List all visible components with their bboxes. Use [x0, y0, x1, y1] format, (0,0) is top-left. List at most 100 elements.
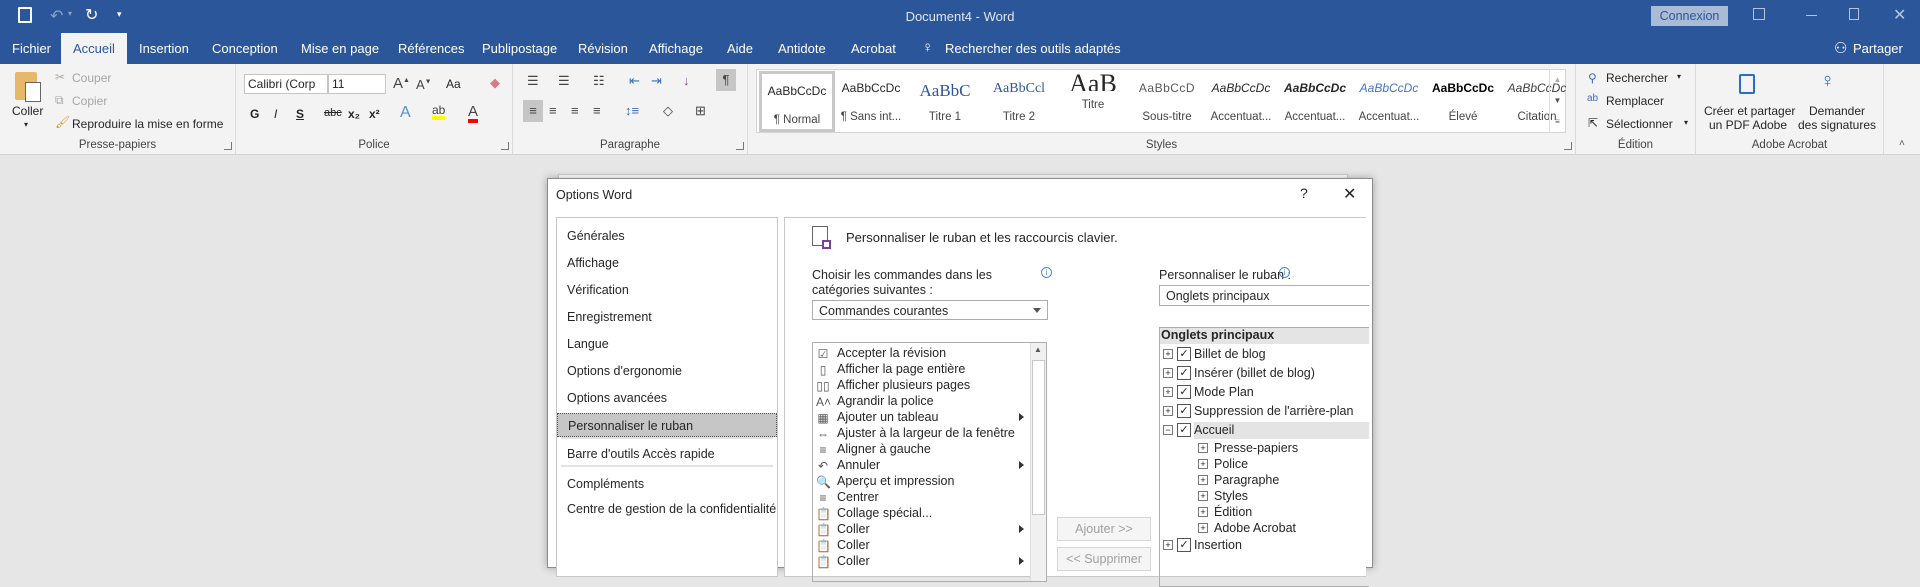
tree-item[interactable]: + Édition [1160, 504, 1369, 520]
create-pdf-button[interactable]: Créer et partager un PDF Adobe [1704, 104, 1795, 132]
tree-item[interactable]: + Styles [1160, 488, 1369, 504]
command-item[interactable]: 🔍 Aperçu et impression [813, 474, 1028, 490]
change-case-button[interactable]: Aa [446, 77, 461, 91]
font-size-combo[interactable]: 11 [328, 74, 386, 94]
tree-item[interactable]: + ✓ Billet de blog [1160, 345, 1369, 364]
style-item[interactable]: AaBbCcDc Accentuat... [1351, 71, 1427, 132]
tab-affichage[interactable]: Affichage [649, 41, 703, 56]
tree-item[interactable]: + Presse-papiers [1160, 440, 1369, 456]
replace-button[interactable]: Remplacer [1606, 94, 1664, 108]
minimize-icon[interactable] [1806, 15, 1817, 16]
select-dropdown-icon[interactable]: ▾ [1684, 118, 1688, 127]
ribbon-tabs-tree[interactable]: Onglets principaux + ✓ Billet de blog + ✓ Ins… [1159, 327, 1369, 587]
align-right-icon[interactable]: ≡ [571, 104, 579, 117]
command-item[interactable]: ▯▯ Afficher plusieurs pages [813, 378, 1028, 394]
clear-formatting-icon[interactable]: ◆ [490, 76, 500, 89]
style-item[interactable]: AaBbC Titre 1 [907, 71, 983, 132]
find-button[interactable]: Rechercher [1606, 71, 1668, 85]
tab-aide[interactable]: Aide [727, 41, 753, 56]
dialog-launcher-icon[interactable] [501, 142, 509, 150]
tell-me-search[interactable]: Rechercher des outils adaptés [945, 41, 1121, 56]
line-spacing-icon[interactable]: ↕≡ [625, 104, 639, 117]
tab-antidote[interactable]: Antidote [778, 41, 826, 56]
share-button[interactable]: Partager [1853, 41, 1903, 56]
checkbox[interactable]: ✓ [1177, 538, 1191, 552]
style-item[interactable]: AaBbCcl Titre 2 [981, 71, 1057, 132]
command-item[interactable]: ≡ Aligner à gauche [813, 442, 1028, 458]
nav-item[interactable]: Centre de gestion de la confidentialité [557, 497, 777, 521]
bold-button[interactable]: G [250, 107, 259, 121]
maximize-icon[interactable] [1849, 8, 1859, 20]
select-button[interactable]: Sélectionner [1606, 117, 1673, 131]
style-item[interactable]: AaBbCcDc Élevé [1425, 71, 1501, 132]
tab-acrobat[interactable]: Acrobat [851, 41, 896, 56]
nav-item[interactable]: Langue [557, 332, 777, 356]
grow-font-icon[interactable]: A▲ [393, 76, 410, 91]
style-item[interactable]: AaBbCcDc Accentuat... [1277, 71, 1353, 132]
strikethrough-button[interactable]: abc [324, 107, 342, 119]
command-item[interactable]: 📋 Coller [813, 538, 1028, 554]
nav-item[interactable]: Générales [557, 224, 777, 248]
nav-item[interactable]: Enregistrement [557, 305, 777, 329]
expand-icon[interactable]: + [1198, 459, 1208, 469]
choose-commands-dropdown[interactable]: Commandes courantes [812, 300, 1048, 320]
tree-item[interactable]: + Paragraphe [1160, 472, 1369, 488]
tab-insertion[interactable]: Insertion [139, 41, 189, 56]
style-item[interactable]: AaBbCcDc Accentuat... [1203, 71, 1279, 132]
find-dropdown-icon[interactable]: ▾ [1677, 72, 1681, 81]
tab-publipostage[interactable]: Publipostage [482, 41, 557, 56]
tree-item[interactable]: − ✓ Accueil [1160, 421, 1369, 440]
customize-ribbon-dropdown[interactable]: Onglets principaux [1159, 285, 1369, 306]
commands-list[interactable]: ☑ Accepter la révision ▯ Afficher la page e… [812, 342, 1047, 582]
text-effects-icon[interactable]: A [400, 105, 411, 121]
tree-item[interactable]: + ✓ Insérer (billet de blog) [1160, 364, 1369, 383]
checkbox[interactable]: ✓ [1177, 423, 1191, 437]
signin-button[interactable]: Connexion [1651, 6, 1728, 26]
tab-accueil[interactable]: Accueil [61, 33, 127, 64]
checkbox[interactable]: ✓ [1177, 347, 1191, 361]
checkbox[interactable]: ✓ [1177, 366, 1191, 380]
expand-icon[interactable]: + [1163, 349, 1173, 359]
underline-button[interactable]: S [296, 107, 304, 121]
expand-icon[interactable]: + [1163, 387, 1173, 397]
style-item[interactable]: AaBbCcDc ¶ Normal [759, 71, 835, 132]
tab-conception[interactable]: Conception [212, 41, 278, 56]
font-name-combo[interactable]: Calibri (Corp [244, 74, 328, 94]
expand-icon[interactable]: + [1198, 507, 1208, 517]
command-item[interactable]: ▦ Ajouter un tableau [813, 410, 1028, 426]
gallery-scroll-down[interactable]: ▼ [1549, 91, 1565, 112]
command-item[interactable]: 📋 Coller [813, 522, 1028, 538]
tab-references[interactable]: Références [398, 41, 464, 56]
shrink-font-icon[interactable]: A▼ [416, 78, 432, 91]
command-item[interactable]: 📋 Collage spécial... [813, 506, 1028, 522]
sort-icon[interactable]: ↓ [683, 74, 690, 87]
help-button[interactable]: ? [1300, 185, 1308, 201]
expand-icon[interactable]: + [1198, 491, 1208, 501]
decrease-indent-icon[interactable]: ⇤ [629, 74, 640, 87]
command-item[interactable]: A˄ Agrandir la police [813, 394, 1028, 410]
tree-item[interactable]: + ✓ Mode Plan [1160, 383, 1369, 402]
style-item[interactable]: AaB Titre [1055, 71, 1131, 132]
paste-button[interactable]: Coller [12, 104, 43, 118]
align-left-icon[interactable]: ≡ [523, 100, 543, 122]
command-item[interactable]: ⇔ Ajuster à la largeur de la fenêtre [813, 426, 1028, 442]
commands-scrollbar[interactable]: ▲ [1030, 343, 1046, 581]
copy-button[interactable]: Copier [72, 94, 107, 108]
nav-item[interactable]: Affichage [557, 251, 777, 275]
paste-dropdown-icon[interactable]: ▾ [24, 120, 28, 129]
dialog-launcher-icon[interactable] [1564, 142, 1572, 150]
expand-icon[interactable]: + [1198, 523, 1208, 533]
show-formatting-icon[interactable]: ¶ [716, 69, 736, 91]
command-item[interactable]: 📋 Coller [813, 554, 1028, 570]
command-item[interactable]: ☑ Accepter la révision [813, 346, 1028, 362]
nav-item[interactable]: Options d'ergonomie [557, 359, 777, 383]
increase-indent-icon[interactable]: ⇥ [651, 74, 662, 87]
scroll-thumb[interactable] [1032, 360, 1045, 515]
expand-icon[interactable]: + [1198, 475, 1208, 485]
expand-icon[interactable]: + [1163, 406, 1173, 416]
superscript-button[interactable]: x² [369, 107, 380, 121]
expand-icon[interactable]: + [1163, 368, 1173, 378]
italic-button[interactable]: I [274, 107, 277, 121]
collapse-icon[interactable]: − [1163, 425, 1173, 435]
subscript-button[interactable]: x₂ [348, 107, 360, 121]
